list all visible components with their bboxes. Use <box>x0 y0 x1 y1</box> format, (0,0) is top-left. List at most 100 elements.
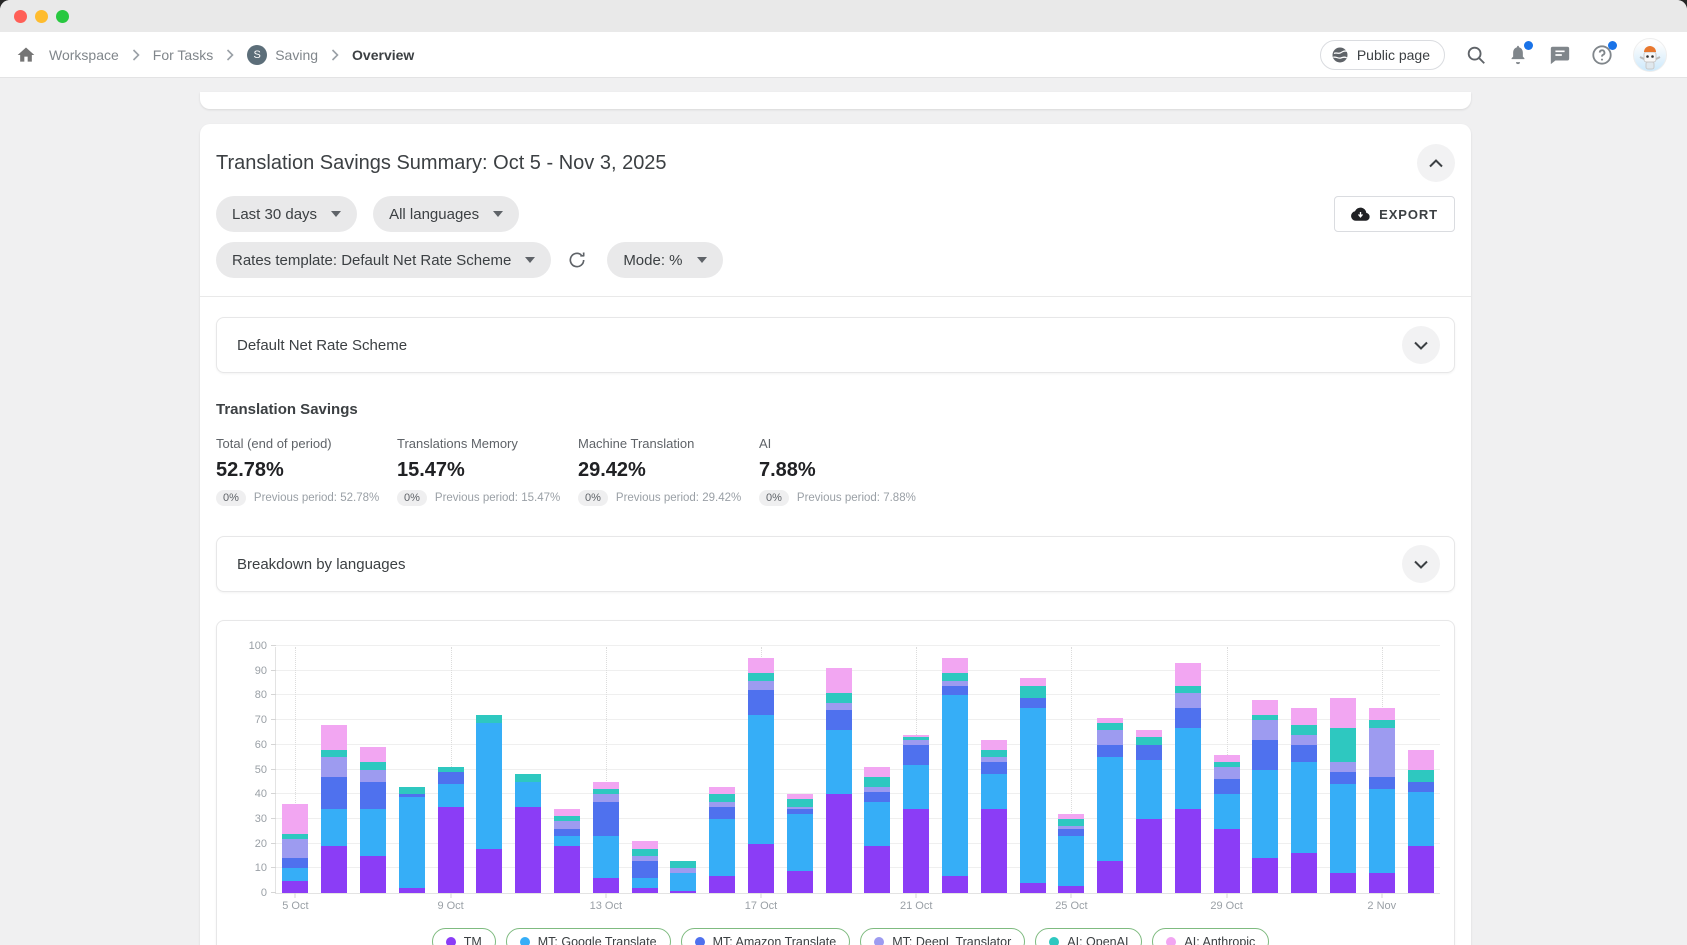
bar-segment <box>1175 728 1201 810</box>
chart-bar-6-oct[interactable] <box>321 725 347 893</box>
chart-bar-31-oct[interactable] <box>1291 708 1317 893</box>
legend-label: MT: Amazon Translate <box>713 935 837 945</box>
bar-segment <box>515 774 541 781</box>
breakdown-card[interactable]: Breakdown by languages <box>216 536 1455 592</box>
bar-segment <box>399 787 425 794</box>
date-range-filter[interactable]: Last 30 days <box>216 196 357 232</box>
bar-segment <box>1214 794 1240 829</box>
bar-segment <box>1291 708 1317 725</box>
breadcrumb-workspace[interactable]: Workspace <box>49 47 119 63</box>
expand-rate-scheme-button[interactable] <box>1402 326 1440 364</box>
breadcrumb-saving[interactable]: Saving <box>275 47 318 63</box>
y-axis-label: 70 <box>255 714 267 726</box>
search-icon[interactable] <box>1465 44 1487 66</box>
rates-template-filter[interactable]: Rates template: Default Net Rate Scheme <box>216 242 551 278</box>
home-icon[interactable] <box>16 45 36 65</box>
bar-segment <box>1291 745 1317 762</box>
chart-bar-21-oct[interactable] <box>903 735 929 893</box>
chart-bar-16-oct[interactable] <box>709 787 735 893</box>
bar-segment <box>554 836 580 846</box>
chart-bar-2-nov[interactable] <box>1369 708 1395 893</box>
bar-segment <box>748 673 774 680</box>
stat-delta-badge: 0% <box>216 490 246 506</box>
stat-label: Machine Translation <box>578 436 759 451</box>
bar-segment <box>1097 730 1123 745</box>
zoom-window-button[interactable] <box>56 10 69 23</box>
chevron-down-icon <box>331 211 341 217</box>
chart-bar-26-oct[interactable] <box>1097 718 1123 893</box>
chart-bar-7-oct[interactable] <box>360 747 386 893</box>
chart-bar-18-oct[interactable] <box>787 794 813 893</box>
bar-segment <box>1058 836 1084 885</box>
expand-breakdown-button[interactable] <box>1402 545 1440 583</box>
breadcrumb-for-tasks[interactable]: For Tasks <box>153 47 213 63</box>
help-icon[interactable] <box>1591 44 1613 66</box>
stat-previous: Previous period: 15.47% <box>435 492 560 504</box>
collapse-panel-button[interactable] <box>1417 144 1455 182</box>
chart-bar-30-oct[interactable] <box>1252 700 1278 893</box>
chart-bar-19-oct[interactable] <box>826 668 852 893</box>
chart-bar-20-oct[interactable] <box>864 767 890 893</box>
bar-segment <box>1175 708 1201 728</box>
x-axis-label: 5 Oct <box>282 900 308 912</box>
bar-segment <box>864 767 890 777</box>
chart-bar-13-oct[interactable] <box>593 782 619 893</box>
notifications-bell-icon[interactable] <box>1507 44 1529 66</box>
mode-filter[interactable]: Mode: % <box>607 242 722 278</box>
chart-bar-28-oct[interactable] <box>1175 663 1201 893</box>
legend-item-mt-google-translate[interactable]: MT: Google Translate <box>506 928 671 945</box>
languages-filter[interactable]: All languages <box>373 196 519 232</box>
chart-bar-12-oct[interactable] <box>554 809 580 893</box>
legend-item-mt-deepl-translator[interactable]: MT: DeepL Translator <box>860 928 1025 945</box>
close-window-button[interactable] <box>14 10 27 23</box>
export-button[interactable]: EXPORT <box>1334 196 1455 232</box>
chart-bar-15-oct[interactable] <box>670 861 696 893</box>
bar-segment <box>321 750 347 757</box>
chart-bar-1-nov[interactable] <box>1330 698 1356 893</box>
chart-bar-9-oct[interactable] <box>438 767 464 893</box>
bar-segment <box>864 792 890 802</box>
chart-bar-29-oct[interactable] <box>1214 755 1240 893</box>
legend-item-ai-openai[interactable]: AI: OpenAI <box>1035 928 1142 945</box>
avatar[interactable] <box>1633 38 1667 72</box>
legend-item-mt-amazon-translate[interactable]: MT: Amazon Translate <box>681 928 851 945</box>
cloud-download-icon <box>1351 207 1370 221</box>
chart-bar-23-oct[interactable] <box>981 740 1007 893</box>
bar-segment <box>360 762 386 769</box>
chart-bar-25-oct[interactable] <box>1058 814 1084 893</box>
chart-bar-8-oct[interactable] <box>399 787 425 893</box>
rates-template-value: Rates template: Default Net Rate Scheme <box>232 252 511 269</box>
languages-value: All languages <box>389 206 479 223</box>
rate-scheme-card[interactable]: Default Net Rate Scheme <box>216 317 1455 373</box>
y-axis-tick <box>271 818 276 819</box>
breadcrumb-overview[interactable]: Overview <box>352 47 414 63</box>
chart-bar-14-oct[interactable] <box>632 841 658 893</box>
chart-bar-27-oct[interactable] <box>1136 730 1162 893</box>
chart-bar-5-oct[interactable] <box>282 804 308 893</box>
chart-bar-22-oct[interactable] <box>942 658 968 893</box>
chevron-right-icon <box>226 49 234 61</box>
public-page-button[interactable]: Public page <box>1320 40 1445 70</box>
chevron-right-icon <box>132 49 140 61</box>
chart-bar-3-nov[interactable] <box>1408 750 1434 893</box>
bar-segment <box>942 658 968 673</box>
chart-bar-17-oct[interactable] <box>748 658 774 893</box>
minimize-window-button[interactable] <box>35 10 48 23</box>
refresh-button[interactable] <box>567 250 587 270</box>
bar-segment <box>826 693 852 703</box>
legend-item-tm[interactable]: TM <box>432 928 496 945</box>
bar-segment <box>632 841 658 848</box>
y-axis-tick <box>271 867 276 868</box>
chat-icon[interactable] <box>1549 44 1571 66</box>
chart-bar-24-oct[interactable] <box>1020 678 1046 893</box>
bar-segment <box>282 839 308 859</box>
x-axis-tick <box>1226 893 1227 898</box>
bar-segment <box>903 809 929 893</box>
y-axis-tick <box>271 670 276 671</box>
chart-legend: TM MT: Google Translate MT: Amazon Transla… <box>261 928 1440 945</box>
legend-dot <box>1049 937 1059 945</box>
legend-item-ai-anthropic[interactable]: AI: Anthropic <box>1152 928 1269 945</box>
bar-segment <box>1408 750 1434 770</box>
chart-bar-11-oct[interactable] <box>515 774 541 893</box>
chart-bar-10-oct[interactable] <box>476 715 502 893</box>
